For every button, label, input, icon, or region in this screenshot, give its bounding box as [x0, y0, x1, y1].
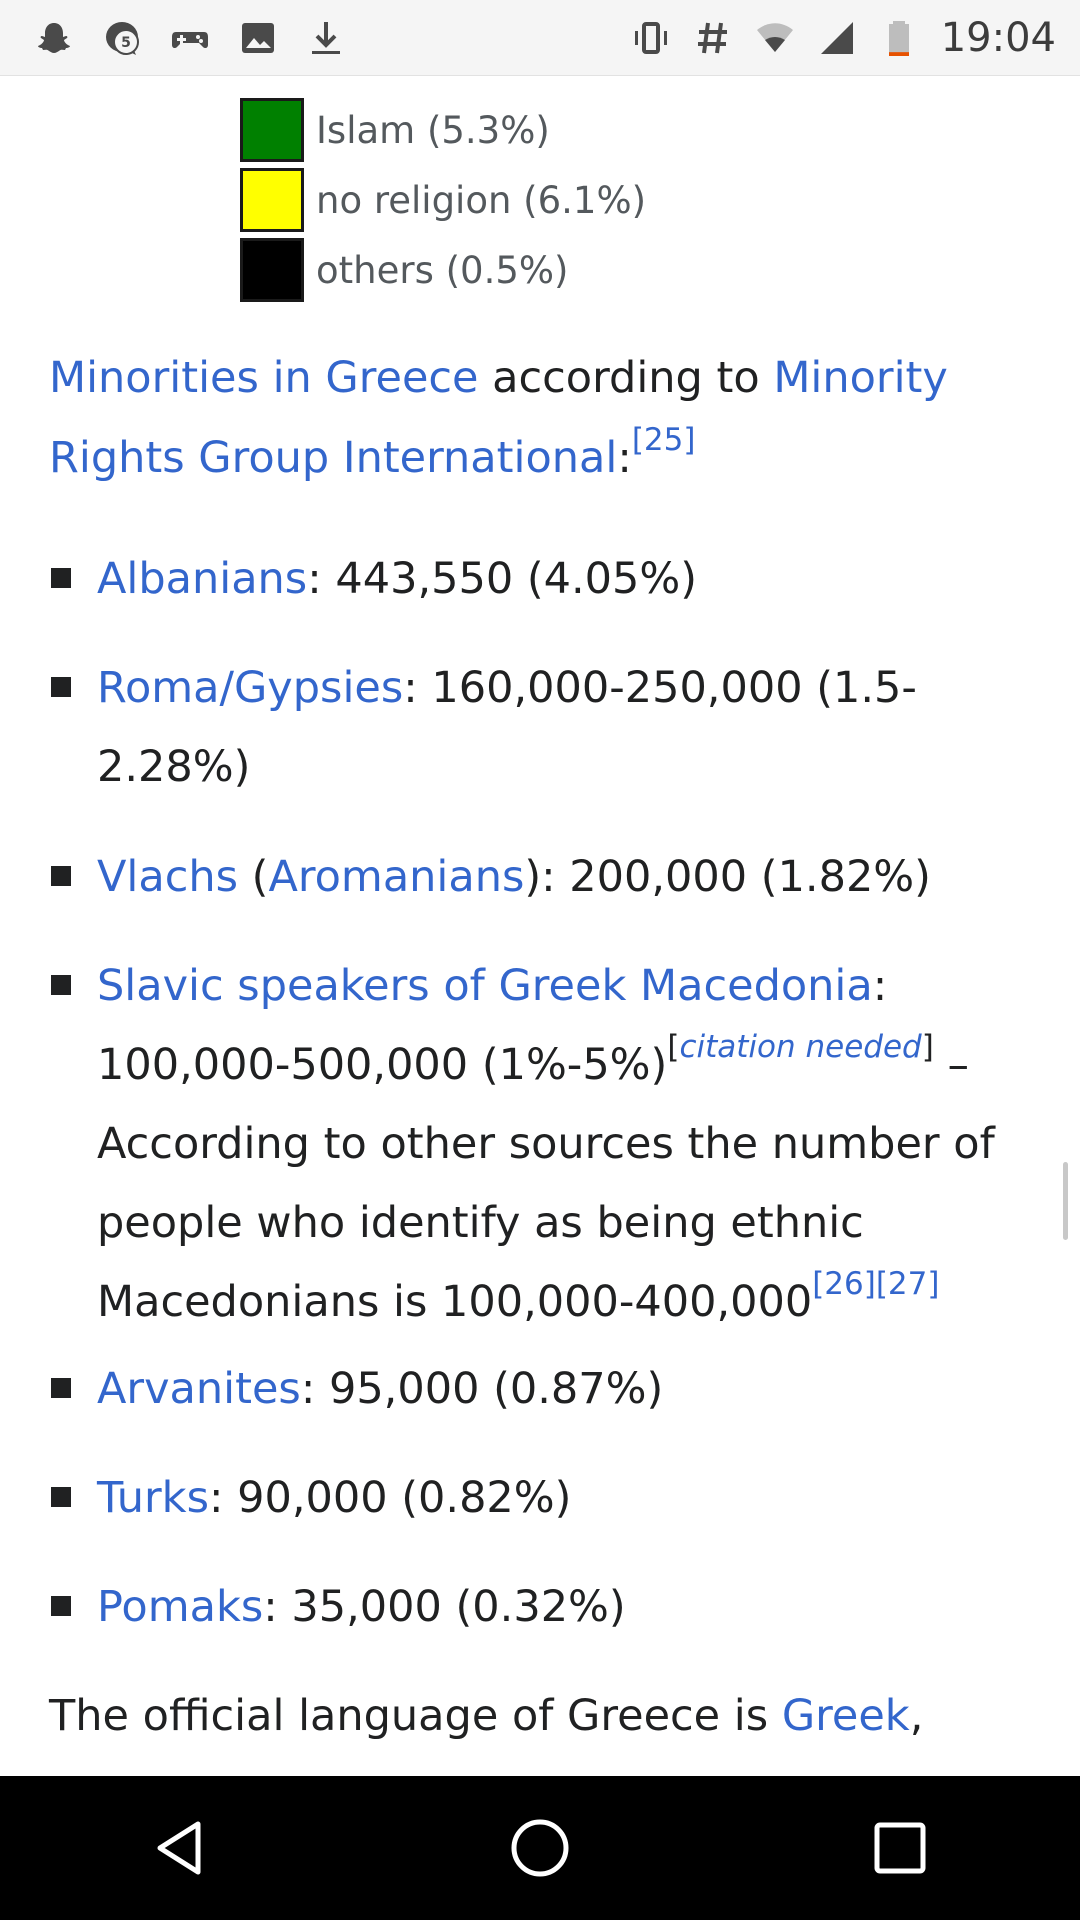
cellular-signal-icon: [817, 18, 857, 58]
list-item-text: (: [238, 852, 269, 902]
home-button[interactable]: [480, 1788, 600, 1908]
legend-swatch: [240, 238, 304, 302]
link-albanians[interactable]: Albanians: [97, 554, 307, 604]
legend-item-islam: Islam (5.3%): [240, 98, 550, 162]
link-slavic-speakers[interactable]: Slavic speakers of Greek Macedonia: [97, 961, 873, 1011]
bullet-icon: [51, 677, 71, 697]
list-item-text: : 90,000 (0.82%): [208, 1473, 572, 1523]
system-icons: 19:04: [631, 0, 1056, 76]
intro-colon: :: [617, 433, 632, 483]
recents-icon: [874, 1822, 926, 1874]
bullet-icon: [51, 1487, 71, 1507]
hash-icon: [693, 18, 733, 58]
bullet-icon: [51, 1596, 71, 1616]
link-vlachs[interactable]: Vlachs: [97, 852, 238, 902]
snapchat-icon: [34, 18, 74, 58]
list-item: Pomaks: 35,000 (0.32%): [97, 1568, 1027, 1647]
citation-needed-link[interactable]: citation needed: [679, 1029, 921, 1065]
back-icon: [157, 1821, 201, 1875]
intro-text: according to: [478, 353, 774, 403]
bullet-icon: [51, 975, 71, 995]
image-icon: [238, 18, 278, 58]
list-item: Turks: 90,000 (0.82%): [97, 1459, 1027, 1538]
list-item-text: : 35,000 (0.32%): [263, 1582, 626, 1632]
cite-bracket: [: [667, 1029, 680, 1065]
link-arvanites[interactable]: Arvanites: [97, 1364, 301, 1414]
link-roma-gypsies[interactable]: Roma/Gypsies: [97, 663, 403, 713]
link-pomaks[interactable]: Pomaks: [97, 1582, 263, 1632]
wifi-icon: [755, 18, 795, 58]
list-item: Slavic speakers of Greek Macedonia: 100,…: [97, 947, 1027, 1342]
legend-label: Islam (5.3%): [316, 108, 550, 152]
legend-swatch: [240, 168, 304, 232]
bullet-icon: [51, 866, 71, 886]
legend-item-no-religion: no religion (6.1%): [240, 168, 646, 232]
reference-link[interactable]: [25]: [632, 422, 696, 458]
list-item: Roma/Gypsies: 160,000-250,000 (1.5-2.28%…: [97, 649, 1027, 807]
list-item-text: ): 200,000 (1.82%): [524, 852, 931, 902]
link-turks[interactable]: Turks: [97, 1473, 209, 1523]
bullet-icon: [51, 568, 71, 588]
back-button[interactable]: [120, 1788, 240, 1908]
paragraph-text: ,: [909, 1691, 924, 1741]
scrollbar-thumb[interactable]: [1063, 1162, 1068, 1240]
legend-swatch: [240, 98, 304, 162]
bullet-icon: [51, 1378, 71, 1398]
link-aromanians[interactable]: Aromanians: [268, 852, 524, 902]
minorities-intro-paragraph: Minorities in Greece according to Minori…: [49, 338, 1039, 498]
vibrate-icon: [631, 18, 671, 58]
navigation-bar: [0, 1776, 1080, 1920]
article-content: Islam (5.3%) no religion (6.1%) others (…: [0, 76, 1080, 1776]
download-icon: [306, 18, 346, 58]
paragraph-text: The official language of Greece is: [49, 1691, 782, 1741]
legend-label: others (0.5%): [316, 248, 569, 292]
chat-bubble-icon: 5: [102, 18, 142, 58]
home-icon: [511, 1819, 569, 1877]
clock: 19:04: [940, 15, 1056, 61]
legend-item-others: others (0.5%): [240, 238, 568, 302]
status-bar: 5 19:04: [0, 0, 1080, 76]
recents-button[interactable]: [840, 1788, 960, 1908]
gamepad-icon: [170, 18, 210, 58]
reference-link[interactable]: [26][27]: [812, 1266, 939, 1302]
link-minorities-in-greece[interactable]: Minorities in Greece: [49, 353, 479, 403]
list-item-text: : 95,000 (0.87%): [300, 1364, 664, 1414]
notification-icons: 5: [0, 18, 346, 58]
cite-bracket: ]: [921, 1029, 934, 1065]
link-greek[interactable]: Greek: [782, 1691, 910, 1741]
list-item: Arvanites: 95,000 (0.87%): [97, 1350, 1027, 1429]
list-item: Albanians: 443,550 (4.05%): [97, 540, 1027, 619]
battery-icon: [879, 18, 919, 58]
legend-label: no religion (6.1%): [316, 178, 647, 222]
language-paragraph: The official language of Greece is Greek…: [49, 1676, 1039, 1756]
list-item-text: : 443,550 (4.05%): [307, 554, 698, 604]
list-item: Vlachs (Aromanians): 200,000 (1.82%): [97, 838, 1027, 917]
notification-badge: 5: [121, 35, 131, 51]
